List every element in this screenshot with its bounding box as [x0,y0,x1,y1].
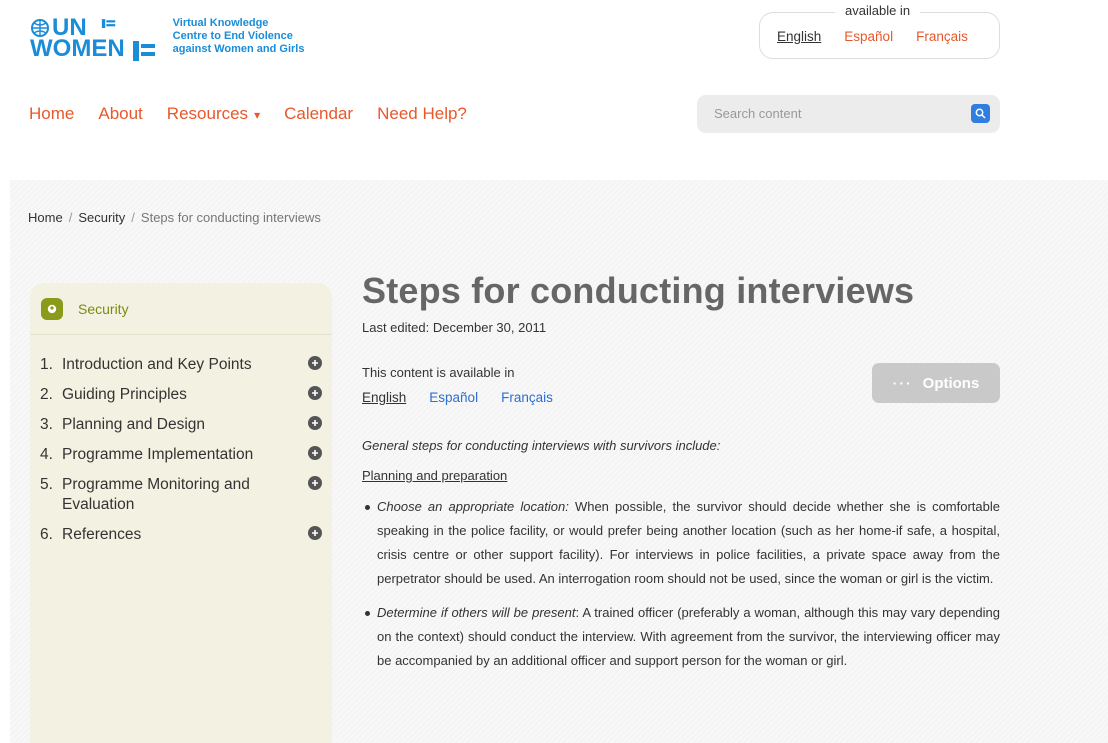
sidebar-menu: 1. Introduction and Key Points 2. Guiding … [40,355,325,555]
sidebar-item-references[interactable]: 6. References [40,525,325,545]
sidebar-item-label: Programme Implementation [62,446,254,463]
article-intro: General steps for conducting interviews … [362,438,721,453]
breadcrumb-security[interactable]: Security [78,210,125,225]
nav-resources[interactable]: Resources ▾ [167,104,260,124]
expand-plus-icon[interactable] [308,446,322,460]
chevron-down-icon: ▾ [254,108,261,122]
logo-wordmark: UN WOMEN [30,16,159,61]
bullet-lead: Determine if others will be present [377,605,576,620]
expand-plus-icon[interactable] [308,476,322,490]
language-caption: available in [835,3,921,18]
un-women-logo[interactable]: UN WOMEN Virtual Knowledge Centre to End… [30,16,304,61]
sidebar-item-introduction[interactable]: 1. Introduction and Key Points [40,355,325,375]
sidebar-item-label: References [62,526,142,543]
sidebar-item-label: Planning and Design [62,416,206,433]
last-edited: Last edited: December 30, 2011 [362,320,547,335]
sidebar-item-label-line2: Evaluation [62,496,135,513]
lang-english-link[interactable]: English [777,29,821,44]
list-item: Determine if others will be present: A t… [362,601,1000,673]
breadcrumb: Home / Security / Steps for conducting inter… [28,210,321,225]
lang-francais-link[interactable]: Français [916,29,968,44]
lang-espanol-link[interactable]: Español [844,29,893,44]
sidebar-item-label: Introduction and Key Points [62,356,252,373]
expand-plus-icon[interactable] [308,356,322,370]
options-button[interactable]: ··· Options [872,363,1000,403]
article-lang-english[interactable]: English [362,390,406,405]
logo-women-text: WOMEN [30,35,125,62]
expand-plus-icon[interactable] [308,416,322,430]
sidebar-title: Security [78,300,129,317]
logo-tagline: Virtual Knowledge Centre to End Violence… [172,17,305,55]
article-lang-espanol[interactable]: Español [429,390,478,405]
nav-home[interactable]: Home [29,104,74,124]
sidebar-item-monitoring-evaluation[interactable]: 5. Programme Monitoring and Evaluation [40,475,325,515]
bullet-lead: Choose an appropriate location: [377,499,569,514]
site-header: UN WOMEN Virtual Knowledge Centre to End… [0,0,1108,180]
language-switcher: available in English Español Français [759,3,1000,59]
section-subheading: Planning and preparation [362,468,508,483]
nav-need-help[interactable]: Need Help? [377,104,467,124]
breadcrumb-home[interactable]: Home [28,210,63,225]
list-item: Choose an appropriate location: When pos… [362,495,1000,591]
expand-plus-icon[interactable] [308,386,322,400]
main-nav: Home About Resources ▾ Calendar Need Help… [29,104,467,124]
search-bar[interactable]: Search content [697,95,1000,133]
breadcrumb-current: Steps for conducting interviews [140,210,321,225]
sidebar-header[interactable]: Security [30,283,332,335]
search-button[interactable] [971,104,990,123]
more-dots-icon: ··· [892,375,913,391]
nav-about[interactable]: About [98,104,142,124]
sidebar-item-label: Guiding Principles [62,386,187,403]
page-title: Steps for conducting interviews [362,270,915,311]
search-icon [975,108,986,119]
available-in-label: This content is available in [362,365,515,380]
sidebar-item-planning-design[interactable]: 3. Planning and Design [40,415,325,435]
search-input[interactable]: Search content [714,106,801,121]
steps-list: Choose an appropriate location: When pos… [362,495,1000,683]
article-language-links: English Español Français [362,390,553,405]
sidebar: Security 1. Introduction and Key Points 2… [30,283,332,743]
article-lang-francais[interactable]: Français [501,390,553,405]
equality-symbol-lower-icon [132,40,155,61]
security-icon [41,297,63,320]
sidebar-item-programme-implementation[interactable]: 4. Programme Implementation [40,445,325,465]
options-label: Options [922,374,980,392]
nav-calendar[interactable]: Calendar [284,104,353,124]
expand-plus-icon[interactable] [308,526,322,540]
sidebar-item-guiding-principles[interactable]: 2. Guiding Principles [40,385,325,405]
sidebar-item-label: Programme Monitoring and [62,476,250,493]
